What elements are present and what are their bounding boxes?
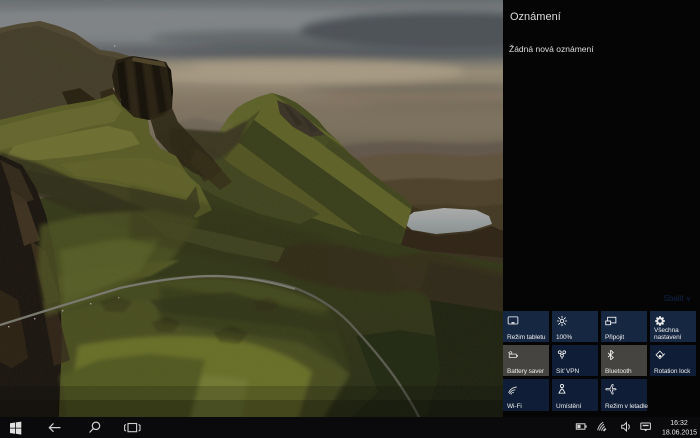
svg-text:18.06.2015: 18.06.2015 [662,430,697,437]
svg-text:16:32: 16:32 [670,420,688,427]
